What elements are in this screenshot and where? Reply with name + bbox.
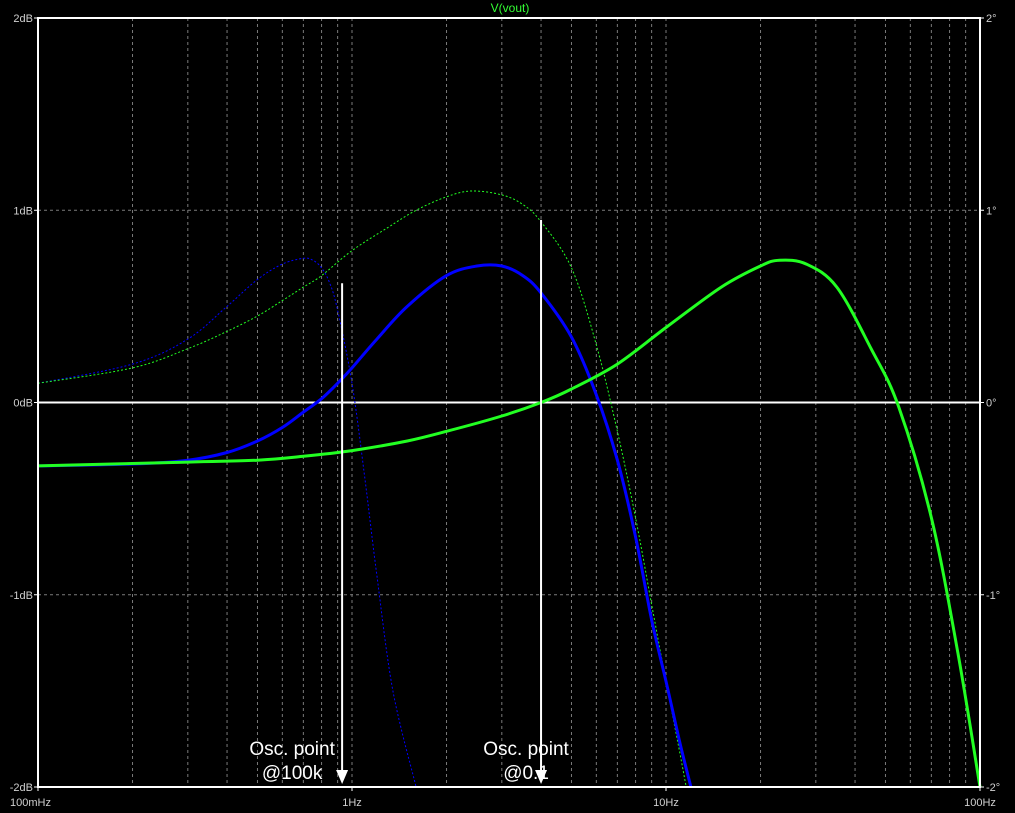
plot-background [0, 0, 1015, 813]
y-tick-label-left: 2dB [13, 13, 33, 25]
y-tick-label-right: 0° [986, 398, 997, 410]
y-tick-label-right: 1° [986, 205, 997, 217]
y-tick-label-left: -2dB [10, 782, 33, 794]
y-tick-label-left: 0dB [13, 398, 33, 410]
x-tick-label: 100mHz [10, 797, 51, 809]
y-tick-label-right: 2° [986, 13, 997, 25]
x-tick-label: 10Hz [653, 797, 679, 809]
y-tick-label-left: 1dB [13, 205, 33, 217]
x-tick-label: 100Hz [964, 797, 996, 809]
y-tick-label-right: -2° [986, 782, 1000, 794]
marker-label-1-0: Osc. point [483, 739, 569, 760]
x-tick-label: 1Hz [342, 797, 362, 809]
y-tick-label-right: -1° [986, 590, 1000, 602]
chart-title: V(vout) [491, 1, 530, 15]
y-tick-label-left: -1dB [10, 590, 33, 602]
marker-label-0-0: Osc. point [249, 739, 335, 760]
marker-label-1-1: @0.1 [503, 763, 549, 784]
marker-label-0-1: @100k [262, 763, 323, 784]
bode-plot: Osc. point @100k Osc. point @0.1 100mHz 1Hz 1… [0, 0, 1015, 813]
